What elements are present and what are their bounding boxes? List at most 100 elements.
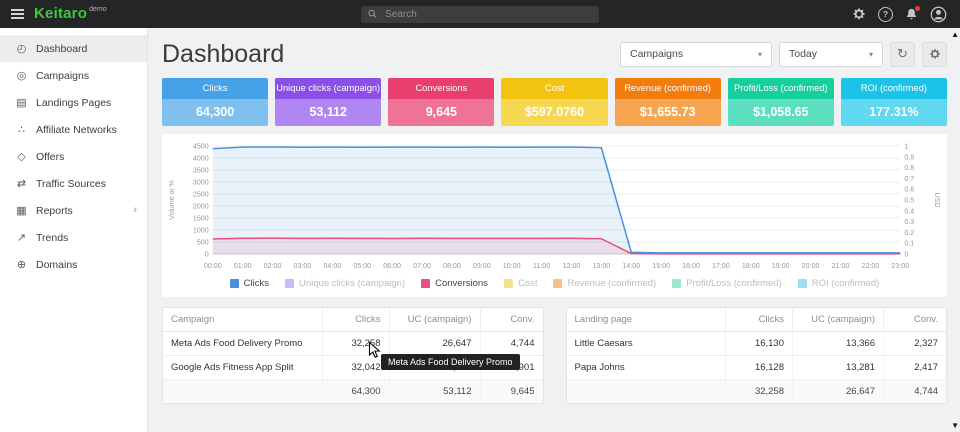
cell-value: 2,327 (884, 332, 947, 356)
sidebar-item-trends[interactable]: ↗Trends (0, 224, 147, 251)
svg-text:3500: 3500 (193, 168, 209, 175)
sidebar-item-label: Traffic Sources (36, 178, 106, 190)
row-name-link[interactable]: Meta Ads Food Delivery Promo (163, 332, 322, 356)
dashboard-icon: ◴ (13, 42, 30, 55)
cell-value: 32,258 (322, 332, 389, 356)
sidebar: ◴Dashboard◎Campaigns ▤ Landings Pages ∴ Affi… (0, 28, 148, 432)
scroll-down-arrow[interactable]: ▼ (951, 421, 959, 430)
column-header-clicks[interactable]: Clicks (322, 308, 389, 332)
stat-card-label: Cost (501, 78, 607, 99)
sidebar-item-label: Landings Pages (36, 97, 111, 109)
menu-icon[interactable] (0, 0, 34, 28)
cell-value: 26,647 (389, 332, 480, 356)
search-bar[interactable] (361, 6, 599, 23)
legend-item-conversions[interactable]: Conversions (421, 278, 488, 289)
help-icon[interactable]: ? (878, 7, 893, 22)
total-value (567, 380, 726, 404)
cell-value: 13,366 (793, 332, 884, 356)
dashboard-settings-button[interactable] (922, 42, 947, 67)
svg-text:16:00: 16:00 (682, 263, 700, 270)
account-icon[interactable] (930, 6, 947, 23)
column-header-conv[interactable]: Conv. (480, 308, 543, 332)
sidebar-item-label: Trends (36, 232, 68, 244)
landings-table-panel: Landing pageClicksUC (campaign)Conv. Lit… (566, 307, 948, 404)
svg-text:15:00: 15:00 (652, 263, 670, 270)
sidebar-item-offers[interactable]: ◇Offers (0, 143, 147, 170)
legend-item-profit-loss-confirmed[interactable]: Profit/Loss (confirmed) (672, 278, 782, 289)
sidebar-item-campaigns[interactable]: ◎Campaigns (0, 62, 147, 89)
sidebar-item-domains[interactable]: ⊕Domains (0, 251, 147, 278)
svg-text:1: 1 (904, 144, 908, 151)
settings-icon[interactable] (852, 7, 866, 21)
legend-swatch (553, 279, 562, 288)
column-header-conv[interactable]: Conv. (884, 308, 947, 332)
affiliate-networks-icon: ∴ (13, 123, 30, 136)
legend-label: Profit/Loss (confirmed) (686, 278, 782, 289)
svg-text:0.1: 0.1 (904, 241, 914, 248)
column-header-campaign[interactable]: Campaign (163, 308, 322, 332)
landings-icon: ▤ (13, 96, 30, 109)
svg-text:500: 500 (197, 240, 209, 247)
column-header-uc-campaign[interactable]: UC (campaign) (793, 308, 884, 332)
legend-item-clicks[interactable]: Clicks (230, 278, 269, 289)
notifications-icon[interactable] (905, 8, 918, 21)
chevron-down-icon: ▾ (861, 50, 873, 59)
svg-text:19:00: 19:00 (772, 263, 790, 270)
sidebar-item-landings-pages[interactable]: ▤ Landings Pages (0, 89, 147, 116)
svg-text:0.6: 0.6 (904, 187, 914, 194)
column-header-landing-page[interactable]: Landing page (567, 308, 726, 332)
stat-card-label: Clicks (162, 78, 268, 99)
app-logo[interactable]: Keitarodemo (34, 5, 107, 23)
total-value: 4,744 (884, 380, 947, 404)
legend-swatch (504, 279, 513, 288)
stat-card-label: Revenue (confirmed) (615, 78, 721, 99)
svg-text:0: 0 (205, 252, 209, 259)
legend-item-cost[interactable]: Cost (504, 278, 538, 289)
row-name-link[interactable]: Little Caesars (567, 332, 726, 356)
table-row: Papa Johns16,12813,2812,417 (567, 356, 947, 380)
overview-chart: 05001000150020002500300035004000450000.1… (166, 140, 943, 274)
totals-row: 32,25826,6474,744 (567, 380, 947, 404)
cell-value: 16,130 (726, 332, 793, 356)
svg-text:04:00: 04:00 (323, 263, 341, 270)
date-range-select[interactable]: Today ▾ (779, 42, 883, 67)
date-range-label: Today (789, 48, 817, 60)
svg-text:10:00: 10:00 (503, 263, 521, 270)
totals-row: 64,30053,1129,645 (163, 380, 543, 404)
svg-text:0.7: 0.7 (904, 176, 914, 183)
sidebar-item-affiliate-networks[interactable]: ∴ Affiliate Networks (0, 116, 147, 143)
svg-text:2000: 2000 (193, 204, 209, 211)
row-name-link[interactable]: Google Ads Fitness App Split (163, 356, 322, 380)
legend-item-roi-confirmed[interactable]: ROI (confirmed) (798, 278, 880, 289)
legend-swatch (421, 279, 430, 288)
svg-text:00:00: 00:00 (204, 263, 222, 270)
sidebar-item-label: Affiliate Networks (36, 124, 117, 136)
search-input[interactable] (383, 8, 592, 21)
stat-card-label: ROI (confirmed) (841, 78, 947, 99)
refresh-button[interactable]: ↻ (890, 42, 915, 67)
legend-item-revenue-confirmed[interactable]: Revenue (confirmed) (553, 278, 656, 289)
svg-text:17:00: 17:00 (712, 263, 730, 270)
sidebar-item-traffic-sources[interactable]: ⇄Traffic Sources (0, 170, 147, 197)
stat-card-cost: Cost$597.0760 (501, 78, 607, 126)
legend-item-unique-clicks-campaign[interactable]: Unique clicks (campaign) (285, 278, 405, 289)
stat-card-value: 53,112 (275, 99, 381, 126)
reports-icon: ▦ (13, 204, 30, 217)
svg-text:4000: 4000 (193, 156, 209, 163)
scroll-up-arrow[interactable]: ▲ (951, 30, 959, 39)
dashboard-controls: Campaigns ▾ Today ▾ ↻ (620, 42, 947, 67)
sidebar-item-label: Campaigns (36, 70, 89, 82)
stat-card-value: 177.31% (841, 99, 947, 126)
svg-text:Volume or %: Volume or % (169, 179, 176, 219)
sidebar-item-dashboard[interactable]: ◴Dashboard (0, 35, 147, 62)
sidebar-item-reports[interactable]: ▦Reports› (0, 197, 147, 224)
campaigns-filter-select[interactable]: Campaigns ▾ (620, 42, 772, 67)
svg-text:07:00: 07:00 (413, 263, 431, 270)
svg-text:22:00: 22:00 (861, 263, 879, 270)
stat-card-label: Unique clicks (campaign) (275, 78, 381, 99)
legend-label: Clicks (244, 278, 269, 289)
column-header-clicks[interactable]: Clicks (726, 308, 793, 332)
column-header-uc-campaign[interactable]: UC (campaign) (389, 308, 480, 332)
total-value: 64,300 (322, 380, 389, 404)
row-name-link[interactable]: Papa Johns (567, 356, 726, 380)
